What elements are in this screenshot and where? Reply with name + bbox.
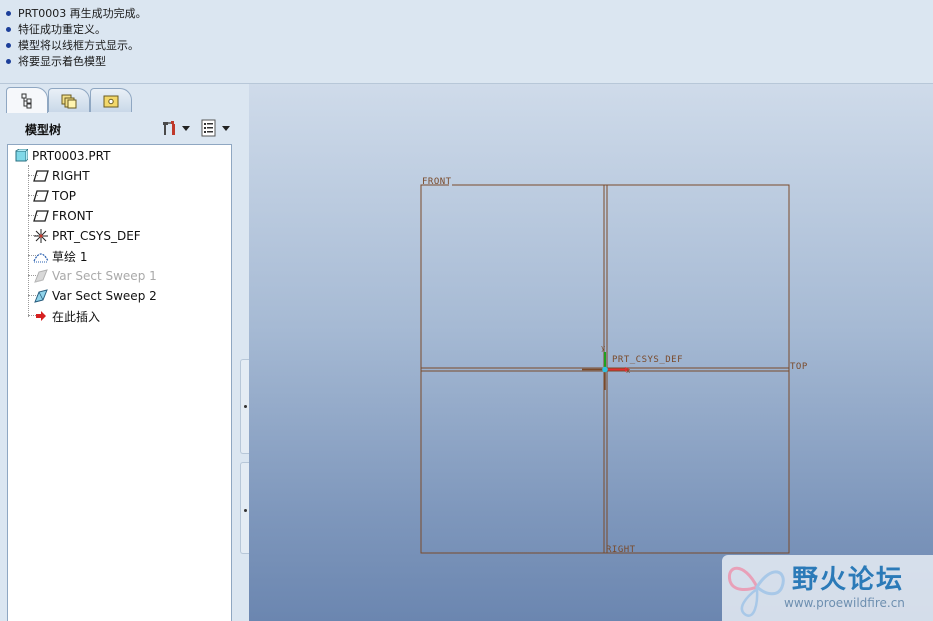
tree-item-csys[interactable]: PRT_CSYS_DEF bbox=[32, 227, 141, 245]
tree-show-button[interactable] bbox=[200, 118, 234, 138]
tree-item-sweep-2[interactable]: Var Sect Sweep 2 bbox=[32, 287, 157, 305]
sash-grip-icon bbox=[244, 509, 247, 512]
tree-root-part[interactable]: PRT0003.PRT bbox=[12, 147, 110, 165]
tree-item-sweep-1[interactable]: Var Sect Sweep 1 bbox=[32, 267, 157, 285]
message-line: 将要显示着色模型 bbox=[6, 54, 933, 70]
tree-item-label: FRONT bbox=[52, 209, 93, 223]
tab-layers[interactable] bbox=[48, 88, 90, 112]
datum-plane-icon bbox=[32, 188, 50, 204]
message-area: PRT0003 再生成功完成。 特征成功重定义。 模型将以线框方式显示。 将要显… bbox=[0, 0, 933, 84]
axis-x-label: x bbox=[626, 367, 631, 375]
watermark: 野火论坛 www.proewildfire.cn bbox=[722, 555, 933, 621]
tree-item-label: 草绘 1 bbox=[52, 249, 88, 264]
tree-item-label: Var Sect Sweep 1 bbox=[52, 269, 157, 283]
datum-label-top: TOP bbox=[790, 362, 808, 372]
sweep-icon bbox=[32, 268, 50, 284]
tab-folder-browser[interactable] bbox=[90, 88, 132, 112]
tree-item-sketch[interactable]: 草绘 1 bbox=[32, 247, 87, 265]
bullet-icon bbox=[6, 26, 11, 32]
butterfly-logo-icon bbox=[727, 566, 785, 617]
folder-browser-tab-icon bbox=[103, 95, 119, 107]
watermark-url: www.proewildfire.cn bbox=[784, 596, 905, 610]
sketch-icon bbox=[32, 248, 50, 264]
navigator-tabs bbox=[0, 84, 249, 113]
coordinate-system-icon bbox=[32, 228, 50, 244]
model-tree: PRT0003.PRT RIGHT TOP FRONT PRT_CSYS_DEF bbox=[7, 144, 232, 621]
tree-item-label: TOP bbox=[52, 189, 77, 203]
message-line: 模型将以线框方式显示。 bbox=[6, 38, 933, 54]
tree-item-top[interactable]: TOP bbox=[32, 187, 76, 205]
chevron-down-icon bbox=[182, 125, 190, 131]
sweep-icon bbox=[32, 288, 50, 304]
model-tree-title: 模型树 bbox=[25, 123, 62, 137]
tree-item-front[interactable]: FRONT bbox=[32, 207, 93, 225]
panel-sash-upper[interactable] bbox=[240, 359, 249, 454]
tree-item-label: RIGHT bbox=[52, 169, 90, 183]
navigator-panel: 模型树 PRT0003.PRT RIGHT TOP FRONT PRT_CSYS… bbox=[0, 84, 249, 621]
axis-y-label: y bbox=[601, 344, 606, 352]
tree-item-right[interactable]: RIGHT bbox=[32, 167, 90, 185]
csys-marker[interactable]: PRT_CSYS_DEF y x bbox=[582, 344, 683, 390]
datum-label-right: RIGHT bbox=[606, 545, 636, 555]
tree-settings-button[interactable] bbox=[160, 118, 194, 138]
part-icon bbox=[12, 148, 30, 164]
chevron-down-icon bbox=[222, 125, 230, 131]
model-tree-tab-icon bbox=[21, 93, 32, 108]
tools-icon bbox=[163, 121, 175, 135]
datum-plane-icon bbox=[32, 208, 50, 224]
graphics-window[interactable]: FRONT TOP RIGHT PRT_CSYS_DEF y x bbox=[249, 84, 933, 621]
tab-model-tree[interactable] bbox=[6, 87, 48, 113]
layers-tab-icon bbox=[61, 94, 77, 108]
list-settings-icon bbox=[201, 119, 216, 137]
model-tree-header: 模型树 bbox=[0, 112, 249, 144]
insert-here-arrow-icon bbox=[32, 308, 50, 324]
datum-label-front: FRONT bbox=[422, 177, 452, 187]
tree-item-insert-here[interactable]: 在此插入 bbox=[32, 307, 100, 325]
csys-label: PRT_CSYS_DEF bbox=[612, 355, 683, 365]
message-line: PRT0003 再生成功完成。 bbox=[6, 6, 933, 22]
tree-item-label: 在此插入 bbox=[52, 309, 101, 324]
bullet-icon bbox=[6, 42, 11, 48]
panel-sash-lower[interactable] bbox=[240, 462, 249, 554]
bullet-icon bbox=[6, 10, 11, 16]
tree-item-label: PRT0003.PRT bbox=[32, 149, 111, 163]
message-line: 特征成功重定义。 bbox=[6, 22, 933, 38]
watermark-title: 野火论坛 bbox=[792, 565, 905, 595]
sash-grip-icon bbox=[244, 405, 247, 408]
bullet-icon bbox=[6, 58, 11, 64]
tree-item-label: Var Sect Sweep 2 bbox=[52, 289, 157, 303]
datum-plane-icon bbox=[32, 168, 50, 184]
datum-display: FRONT TOP RIGHT PRT_CSYS_DEF y x bbox=[420, 177, 808, 555]
tree-item-label: PRT_CSYS_DEF bbox=[52, 229, 141, 243]
